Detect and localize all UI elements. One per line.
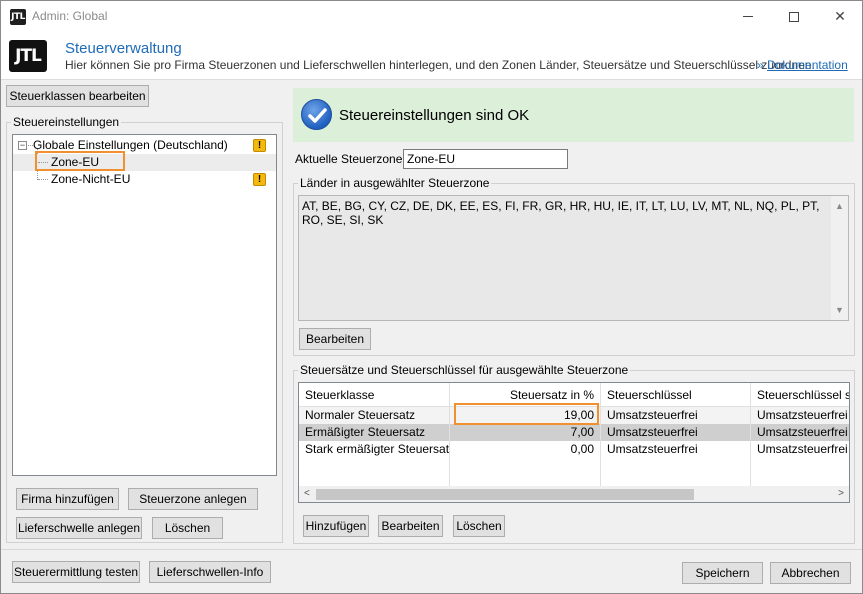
documentation-link-wrapper: » Dokumentation bbox=[757, 58, 848, 72]
title-bar: JTL Admin: Global ✕ bbox=[1, 1, 862, 32]
warning-icon: ! bbox=[253, 173, 266, 186]
warning-icon: ! bbox=[253, 139, 266, 152]
tax-zone-tree[interactable]: − Globale Einstellungen (Deutschland) ! … bbox=[12, 134, 277, 476]
doc-prefix: » bbox=[757, 58, 764, 72]
admin-window: JTL Admin: Global ✕ JTL Steuerverwaltung… bbox=[0, 0, 863, 594]
cell-tax-class: Ermäßigter Steuersatz bbox=[299, 424, 450, 441]
cell-tax-key-2: Umsatzsteuerfrei bbox=[751, 441, 849, 458]
maximize-button[interactable] bbox=[771, 1, 817, 32]
scroll-up-icon[interactable]: ▲ bbox=[835, 199, 844, 213]
test-tax-calculation-button[interactable]: Steuerermittlung testen bbox=[12, 561, 140, 583]
save-button[interactable]: Speichern bbox=[682, 562, 763, 584]
check-icon bbox=[301, 99, 332, 130]
cell-tax-key-2: Umsatzsteuerfrei bbox=[751, 424, 849, 441]
page-title: Steuerverwaltung bbox=[65, 40, 182, 57]
countries-scrollbar[interactable]: ▲ ▼ bbox=[831, 196, 848, 320]
cell-tax-class: Normaler Steuersatz bbox=[299, 407, 450, 424]
close-button[interactable]: ✕ bbox=[817, 1, 863, 32]
maximize-icon bbox=[789, 11, 799, 22]
cell-tax-key: Umsatzsteuerfrei bbox=[601, 407, 751, 424]
footer-divider bbox=[1, 549, 862, 550]
column-header-tax-class[interactable]: Steuerklasse bbox=[299, 383, 450, 407]
add-tax-zone-button[interactable]: Steuerzone anlegen bbox=[128, 488, 258, 510]
jtl-logo: JTL bbox=[9, 40, 47, 72]
scroll-down-icon[interactable]: ▼ bbox=[835, 303, 844, 317]
tax-rates-table[interactable]: Steuerklasse Steuersatz in % Steuerschlü… bbox=[298, 382, 850, 503]
column-header-tax-key-2[interactable]: Steuerschlüssel steu bbox=[751, 383, 849, 407]
tax-settings-group-label: Steuereinstellungen bbox=[11, 115, 122, 129]
tree-item-label: Zone-Nicht-EU bbox=[51, 172, 131, 186]
status-text: Steuereinstellungen sind OK bbox=[339, 107, 530, 124]
add-delivery-threshold-button[interactable]: Lieferschwelle anlegen bbox=[16, 517, 142, 539]
minimize-icon bbox=[743, 16, 753, 17]
collapse-icon[interactable]: − bbox=[18, 141, 27, 150]
documentation-link[interactable]: Dokumentation bbox=[767, 58, 848, 72]
cell-tax-key: Umsatzsteuerfrei bbox=[601, 441, 751, 458]
cancel-button[interactable]: Abbrechen bbox=[770, 562, 851, 584]
countries-text: AT, BE, BG, CY, CZ, DE, DK, EE, ES, FI, … bbox=[302, 199, 820, 227]
cell-tax-rate[interactable]: 7,00 bbox=[450, 424, 601, 441]
table-row[interactable]: Stark ermäßigter Steuersatz 0,00 Umsatzs… bbox=[299, 441, 849, 458]
cell-tax-key-2: Umsatzsteuerfrei bbox=[751, 407, 849, 424]
table-row[interactable]: Ermäßigter Steuersatz 7,00 Umsatzsteuerf… bbox=[299, 424, 849, 441]
edit-countries-button[interactable]: Bearbeiten bbox=[299, 328, 371, 350]
table-empty-area bbox=[299, 458, 849, 486]
header: JTL Steuerverwaltung Hier können Sie pro… bbox=[1, 32, 862, 80]
table-horizontal-scrollbar[interactable]: < > bbox=[299, 486, 849, 502]
close-icon: ✕ bbox=[834, 8, 846, 24]
scroll-left-icon[interactable]: < bbox=[304, 488, 310, 499]
edit-tax-classes-button[interactable]: Steuerklassen bearbeiten bbox=[6, 85, 149, 107]
add-rate-button[interactable]: Hinzufügen bbox=[303, 515, 369, 537]
app-icon: JTL bbox=[10, 9, 26, 25]
window-title: Admin: Global bbox=[32, 9, 108, 23]
column-header-tax-key[interactable]: Steuerschlüssel bbox=[601, 383, 751, 407]
edit-rate-button[interactable]: Bearbeiten bbox=[378, 515, 443, 537]
current-zone-field[interactable]: Zone-EU bbox=[403, 149, 568, 169]
scrollbar-thumb[interactable] bbox=[316, 489, 694, 500]
countries-list[interactable]: AT, BE, BG, CY, CZ, DE, DK, EE, ES, FI, … bbox=[298, 195, 849, 321]
tree-connector bbox=[38, 179, 48, 180]
current-zone-label: Aktuelle Steuerzone: bbox=[295, 152, 406, 166]
tree-item-zone-nicht-eu[interactable]: Zone-Nicht-EU ! bbox=[13, 171, 276, 188]
minimize-button[interactable] bbox=[725, 1, 771, 32]
delete-rate-button[interactable]: Löschen bbox=[453, 515, 505, 537]
scroll-right-icon[interactable]: > bbox=[838, 488, 844, 499]
countries-group-label: Länder in ausgewählter Steuerzone bbox=[298, 176, 492, 190]
page-description: Hier können Sie pro Firma Steuerzonen un… bbox=[65, 58, 815, 72]
zone-eu-highlight bbox=[35, 151, 125, 171]
cell-tax-rate[interactable]: 0,00 bbox=[450, 441, 601, 458]
delivery-threshold-info-button[interactable]: Lieferschwellen-Info bbox=[149, 561, 271, 583]
add-company-button[interactable]: Firma hinzufügen bbox=[16, 488, 119, 510]
tax-rate-highlight bbox=[454, 403, 599, 425]
cell-tax-class: Stark ermäßigter Steuersatz bbox=[299, 441, 450, 458]
rates-group-label: Steuersätze und Steuerschlüssel für ausg… bbox=[298, 363, 631, 377]
status-panel: Steuereinstellungen sind OK bbox=[293, 88, 854, 142]
cell-tax-key: Umsatzsteuerfrei bbox=[601, 424, 751, 441]
delete-button[interactable]: Löschen bbox=[152, 517, 223, 539]
